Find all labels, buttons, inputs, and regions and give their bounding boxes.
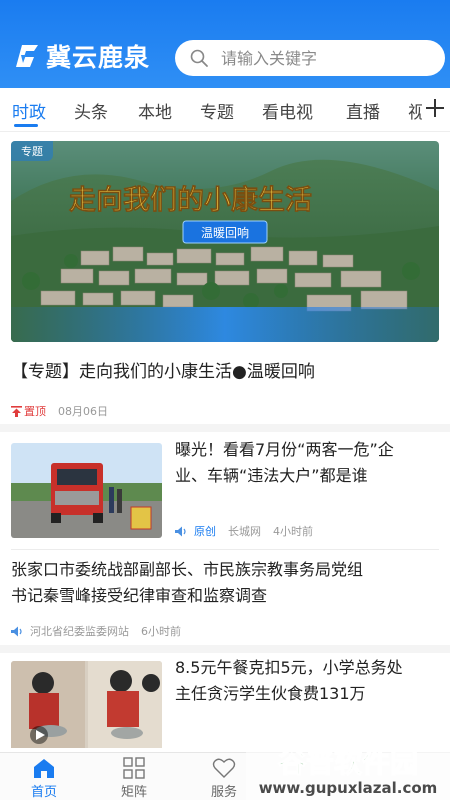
featured-date: 08月06日 [58,405,108,418]
logo-icon [16,45,38,67]
tabs-divider [0,131,450,132]
tab-shizheng[interactable]: 时政 [12,98,46,123]
section-divider [0,645,450,653]
speaker-icon[interactable] [11,626,24,637]
section-divider [0,424,450,432]
village-aerial-photo: 走向我们的小康生活 温暖回响 [11,141,439,342]
featured-title[interactable]: 【专题】走向我们的小康生活●温暖回响 [11,357,315,382]
news-meta: 原创 长城网 4小时前 [175,523,325,539]
nav-matrix[interactable]: 矩阵 [104,757,164,800]
app-name: 冀云鹿泉 [46,43,151,72]
news-thumbnail[interactable] [11,661,162,756]
news-thumbnail[interactable] [11,443,162,538]
watermark-url: www.gupuxlazal.com [259,779,438,797]
tab-kandianshi[interactable]: 看电视 [262,98,313,123]
item-divider [11,549,439,550]
pin-icon [11,405,22,417]
add-channel-button[interactable] [422,92,450,126]
news-title[interactable]: 曝光！看看7月份“两客一危”企 业、车辆“违法大户”都是谁 [175,437,443,489]
heart-icon [212,758,236,778]
search-icon [190,49,208,67]
banner-subtitle: 温暖回响 [201,225,249,240]
original-tag: 原创 [194,525,216,538]
tab-bendi[interactable]: 本地 [138,98,172,123]
students-photo [11,661,162,748]
news-source: 河北省纪委监委网站 [30,625,129,638]
home-icon [34,759,54,778]
tab-toutiao[interactable]: 头条 [74,98,108,123]
pinned-label: 置顶 [11,403,46,419]
nav-service[interactable]: 服务 [194,757,254,800]
channel-tabs: 时政 头条 本地 专题 看电视 直播 视 [0,88,450,130]
watermark-logo: 谷普软件园 www.gupuxlazal.com [246,736,450,800]
news-meta: 河北省纪委监委网站 6小时前 [11,623,193,639]
nav-home[interactable]: 首页 [14,757,74,800]
search-input[interactable] [221,48,421,68]
search-bar[interactable] [175,40,445,76]
active-tab-indicator [14,124,38,127]
tab-zhibo[interactable]: 直播 [346,98,380,123]
featured-meta: 置顶 08月06日 [11,403,108,419]
topic-badge: 专题 [11,141,53,161]
app-logo: 冀云鹿泉 [12,38,150,74]
watermark-title: 谷普软件园 [278,746,418,779]
featured-image[interactable]: 走向我们的小康生活 温暖回响 [11,141,439,342]
news-title[interactable]: 8.5元午餐克扣5元，小学总务处 主任贪污学生伙食费131万 [175,655,443,707]
app-header: 冀云鹿泉 [0,0,450,88]
news-title[interactable]: 张家口市委统战部副部长、市民族宗教事务局党组 书记秦雪峰接受纪律审查和监察调查 [11,557,441,609]
news-source: 长城网 [228,525,261,538]
tab-zhuanti[interactable]: 专题 [200,98,234,123]
grid-icon [123,757,145,779]
news-time: 6小时前 [141,625,181,638]
banner-headline: 走向我们的小康生活 [69,184,312,216]
speaker-icon[interactable] [175,526,188,537]
truck-photo [11,443,162,538]
news-time: 4小时前 [273,525,313,538]
